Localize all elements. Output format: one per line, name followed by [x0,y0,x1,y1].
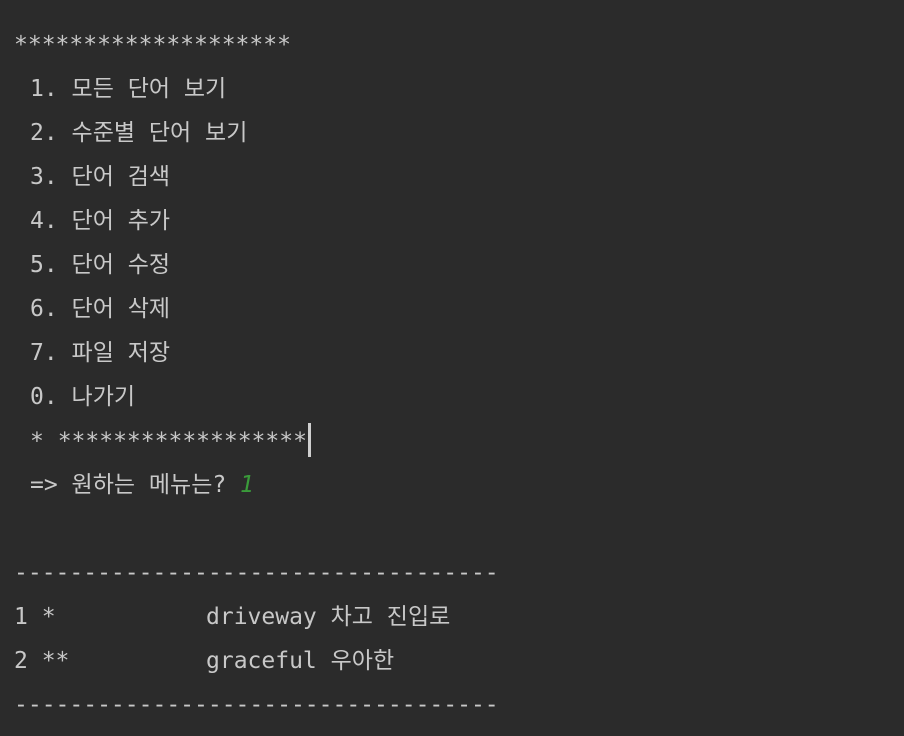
text-cursor [307,423,311,457]
menu-item-exit: 0. 나가기 [30,384,136,410]
word-level: 1 * [14,604,56,630]
menu-item-view-by-level: 2. 수준별 단어 보기 [30,120,248,146]
table-top-separator: ----------------------------------- [14,560,499,586]
word-meaning: 우아한 [330,648,395,674]
menu-top-border: ******************** [14,32,291,58]
menu-item-edit: 5. 단어 수정 [30,252,171,278]
word-english: driveway [206,604,317,630]
menu-item-add: 4. 단어 추가 [30,208,171,234]
word-english: graceful [206,648,317,674]
word-row: 1 * driveway 차고 진입로 [14,601,904,645]
table-bottom-separator: ----------------------------------- [14,692,499,718]
word-meaning: 차고 진입로 [330,604,451,630]
menu-item-delete: 6. 단어 삭제 [30,296,171,322]
menu-item-save-file: 7. 파일 저장 [30,340,171,366]
word-level: 2 ** [14,648,70,674]
word-row: 2 ** graceful 우아한 [14,645,904,689]
menu-bottom-border-line: * ****************** [14,423,904,469]
console-output[interactable]: ******************** 1. 모든 단어 보기 2. 수준별 … [14,29,904,733]
menu-bottom-border: * ****************** [30,428,307,455]
user-input[interactable]: 1 [240,472,254,498]
menu-prompt: => 원하는 메뉴는? [30,472,241,498]
menu-item-view-all: 1. 모든 단어 보기 [30,76,227,102]
menu-prompt-line[interactable]: => 원하는 메뉴는? 1 [14,469,904,513]
menu-item-search: 3. 단어 검색 [30,164,171,190]
